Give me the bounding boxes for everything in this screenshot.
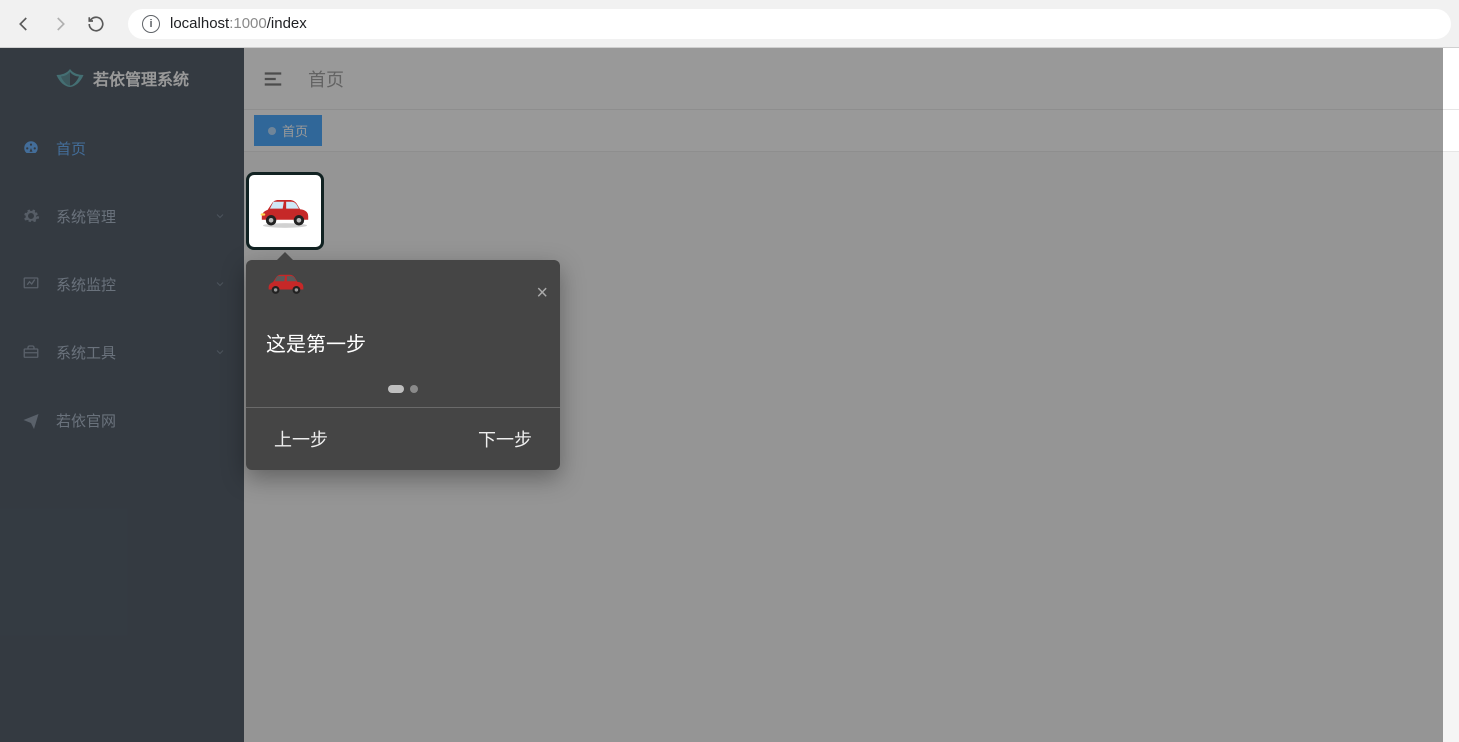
url-host: localhost	[170, 15, 229, 32]
car-icon	[256, 193, 314, 229]
app-root: 若依管理系统 首页 系统管理	[0, 48, 1459, 742]
tour-overlay[interactable]	[0, 48, 1443, 742]
car-icon	[262, 270, 544, 296]
tour-next-button[interactable]: 下一步	[403, 408, 560, 470]
tour-popover: × 这是第一步 上一步 下一步	[246, 260, 560, 470]
tour-prev-button[interactable]: 上一步	[246, 408, 403, 470]
tour-footer: 上一步 下一步	[246, 407, 560, 470]
nav-back-button[interactable]	[8, 8, 40, 40]
step-dot-active	[388, 385, 404, 393]
content-area: × 这是第一步 上一步 下一步	[244, 152, 1459, 742]
close-icon[interactable]: ×	[536, 282, 548, 305]
tour-message: 这是第一步	[246, 298, 560, 385]
tour-target-card[interactable]	[246, 172, 324, 250]
browser-toolbar: i localhost:1000/index	[0, 0, 1459, 48]
url-path: /index	[267, 15, 307, 32]
url-port: :1000	[229, 15, 267, 32]
popover-arrow-icon	[276, 252, 294, 261]
info-icon: i	[142, 15, 160, 33]
step-dot	[410, 385, 418, 393]
nav-forward-button[interactable]	[44, 8, 76, 40]
main-area: 首页 首页	[244, 48, 1459, 742]
nav-reload-button[interactable]	[80, 8, 112, 40]
tour-step-indicator	[246, 385, 560, 407]
address-bar[interactable]: i localhost:1000/index	[128, 9, 1451, 39]
